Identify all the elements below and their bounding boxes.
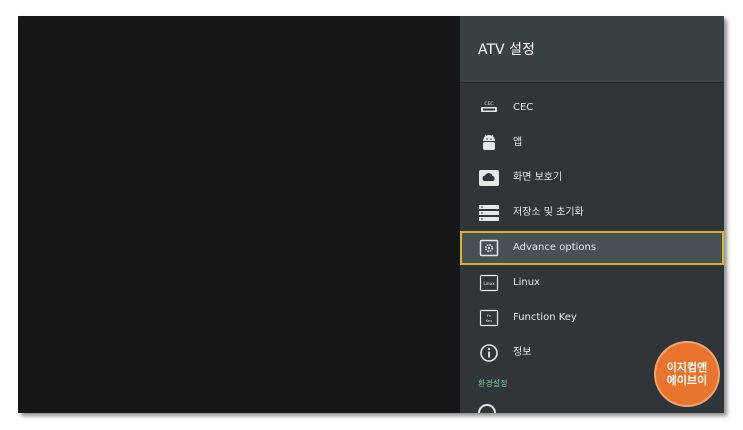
menu-item-label: 화면 보호기 <box>513 172 563 183</box>
cec-hdmi-icon: CEC <box>478 97 500 119</box>
screensaver-cloud-icon <box>478 167 500 189</box>
section-header: 환경설정 <box>478 379 508 388</box>
function-key-icon: Fn Key <box>478 307 500 329</box>
menu-item-screensaver[interactable]: 화면 보호기 <box>460 161 724 195</box>
android-icon <box>478 132 500 154</box>
svg-text:Linux: Linux <box>483 281 495 286</box>
menu-item-label: 정보 <box>513 347 532 358</box>
menu-item-label: CEC <box>513 102 534 113</box>
panel-header: ATV 설정 <box>460 16 724 83</box>
svg-text:Key: Key <box>486 319 493 323</box>
menu-item-apps[interactable]: 앱 <box>460 126 724 160</box>
tv-screen: ATV 설정 CEC CEC 앱 화면 보호기 저장소 및 초기화 Advanc… <box>18 16 724 413</box>
menu-item-label: Linux <box>513 277 540 288</box>
svg-text:CEC: CEC <box>484 101 493 107</box>
menu-item-function-key[interactable]: Fn Key Function Key <box>460 301 724 335</box>
menu-item-label: 앱 <box>513 137 523 148</box>
info-icon <box>478 342 500 364</box>
partial-item-icon <box>478 404 496 413</box>
linux-box-icon: Linux <box>478 272 500 294</box>
watermark-logo: 이지컴앤 에이브이 <box>656 343 718 405</box>
svg-text:Fn: Fn <box>487 314 491 318</box>
menu-item-label: Advance options <box>513 242 597 253</box>
menu-item-linux[interactable]: Linux Linux <box>460 266 724 300</box>
storage-icon <box>478 202 500 224</box>
menu-item-label: 저장소 및 초기화 <box>513 207 584 218</box>
menu-item-label: Function Key <box>513 312 577 323</box>
menu-item-cec[interactable]: CEC CEC <box>460 91 724 125</box>
gear-icon <box>478 237 500 259</box>
background-area <box>18 16 460 413</box>
panel-title: ATV 설정 <box>478 42 535 58</box>
menu-item-advance-options[interactable]: Advance options <box>460 231 724 265</box>
watermark-text: 이지컴앤 에이브이 <box>666 361 708 387</box>
menu-item-storage[interactable]: 저장소 및 초기화 <box>460 196 724 230</box>
